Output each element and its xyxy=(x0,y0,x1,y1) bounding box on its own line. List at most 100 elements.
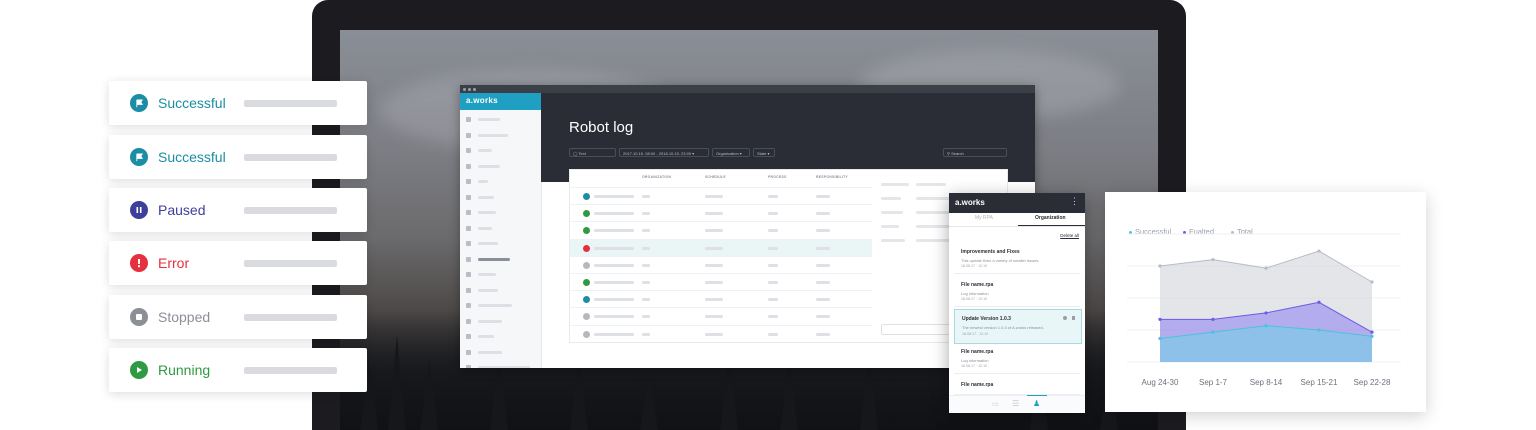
notification-item[interactable]: File name.rpa xyxy=(954,376,1080,395)
table-row[interactable] xyxy=(570,187,872,205)
cell-placeholder xyxy=(768,281,778,284)
delete-icon[interactable] xyxy=(1072,316,1075,320)
data-point[interactable] xyxy=(1370,334,1374,338)
notification-item[interactable]: File name.rpa Log information 18.08.17 · 1… xyxy=(954,276,1080,307)
data-point[interactable] xyxy=(1211,258,1215,262)
organization-dropdown[interactable]: Organization ▾ xyxy=(712,148,750,157)
data-point[interactable] xyxy=(1158,336,1162,341)
data-point[interactable] xyxy=(1211,330,1215,334)
data-point[interactable] xyxy=(1264,324,1268,328)
nav-item-icon xyxy=(466,148,471,153)
nav-item-icon xyxy=(466,272,471,277)
text-filter-input[interactable]: ◯ Text xyxy=(569,148,616,157)
data-point[interactable] xyxy=(1264,311,1268,315)
x-tick-label: Aug 24-30 xyxy=(1142,378,1179,387)
column-header-process[interactable]: PROCESS xyxy=(768,175,787,179)
status-card-running[interactable]: Running xyxy=(109,348,367,392)
status-card-successful[interactable]: Successful xyxy=(109,135,367,179)
table-row[interactable] xyxy=(570,255,872,274)
nav-item-icon xyxy=(466,117,471,122)
success-status-icon xyxy=(583,296,590,304)
notification-item[interactable]: Improvements and Fixes This update fixes … xyxy=(954,243,1080,274)
nav-item-icon xyxy=(466,256,471,262)
data-point[interactable] xyxy=(1370,280,1374,284)
cell-placeholder xyxy=(768,263,778,267)
bell-icon[interactable]: ♟ xyxy=(1033,399,1040,408)
status-card-paused[interactable]: Paused xyxy=(109,188,367,232)
x-tick-label: Sep 1-7 xyxy=(1199,378,1228,387)
more-menu-icon[interactable]: ⋮ xyxy=(1070,196,1079,207)
data-point[interactable] xyxy=(1317,300,1321,304)
chat-icon[interactable]: ▭ xyxy=(992,400,999,408)
table-row[interactable] xyxy=(570,221,872,239)
data-point[interactable] xyxy=(1158,264,1162,268)
stop-icon xyxy=(130,308,148,326)
column-header-responsibility[interactable]: RESPONSIBILITY xyxy=(816,175,848,179)
notification-item[interactable]: File name.rpa Log information 18.08.17 · 1… xyxy=(954,343,1080,374)
data-point[interactable] xyxy=(1158,317,1162,321)
cell-placeholder xyxy=(642,263,650,267)
cell-placeholder xyxy=(594,212,634,216)
status-label: Paused xyxy=(158,202,206,218)
nav-item-icon xyxy=(466,179,471,184)
tab-divider xyxy=(949,226,1085,227)
table-row[interactable] xyxy=(570,307,872,325)
cell-placeholder xyxy=(768,298,778,302)
table-row[interactable] xyxy=(570,273,872,291)
delete-all-link[interactable]: Delete all xyxy=(1060,233,1079,238)
column-header-schedule[interactable]: SCHEDULE xyxy=(705,175,726,179)
nav-item-placeholder xyxy=(478,350,502,354)
nav-item-icon xyxy=(466,303,471,308)
cell-placeholder xyxy=(768,315,778,319)
column-header-organization[interactable]: ORGANIZATION xyxy=(642,175,671,179)
cell-placeholder xyxy=(642,229,650,233)
table-row[interactable] xyxy=(570,204,872,222)
table-row[interactable] xyxy=(570,324,872,343)
search-placeholder: Search xyxy=(951,151,964,156)
table-row[interactable] xyxy=(570,290,872,308)
cell-placeholder xyxy=(705,195,723,198)
x-tick-label: Sep 22-28 xyxy=(1354,378,1391,387)
nav-item-icon xyxy=(466,365,471,368)
settings-icon[interactable] xyxy=(1063,316,1067,320)
nav-item-placeholder xyxy=(478,226,492,230)
status-placeholder-bar xyxy=(244,314,337,321)
cell-placeholder xyxy=(816,246,830,250)
cell-placeholder xyxy=(642,195,650,198)
list-icon[interactable]: ☰ xyxy=(1012,399,1019,408)
search-input[interactable]: ⚲ Search xyxy=(943,148,1007,157)
data-point[interactable] xyxy=(1370,330,1374,334)
status-card-successful[interactable]: Successful xyxy=(109,81,367,125)
nav-item-placeholder xyxy=(478,164,500,168)
nav-item-icon xyxy=(466,225,471,231)
app-logo-bar[interactable]: a.works xyxy=(460,93,541,110)
cell-placeholder xyxy=(816,298,830,302)
notification-item[interactable]: Update Version 1.0.3 The newest version 1… xyxy=(954,309,1082,344)
data-point[interactable] xyxy=(1317,249,1321,253)
table-row[interactable] xyxy=(570,238,872,257)
data-point[interactable] xyxy=(1264,266,1268,270)
notification-title: File name.rpa xyxy=(961,282,994,288)
status-card-error[interactable]: Error xyxy=(109,241,367,285)
cell-placeholder xyxy=(816,263,830,267)
status-label: Running xyxy=(158,362,211,378)
exclamation-icon xyxy=(130,254,148,272)
state-dropdown[interactable]: State ▾ xyxy=(753,148,775,157)
running-status-icon xyxy=(583,210,590,218)
mobile-notifications: a.works ⋮ My RPA Organization Delete all… xyxy=(949,193,1085,413)
date-range-dropdown[interactable]: 2017.10.15. 08:00 - 2018.10.15. 23:00 ▾ xyxy=(619,148,709,157)
nav-item-placeholder xyxy=(478,335,494,338)
nav-item-placeholder xyxy=(478,118,500,121)
mobile-bottom-nav: ▭ ☰ ♟ xyxy=(949,394,1085,413)
stopped-status-icon xyxy=(583,330,590,338)
notification-title: File name.rpa xyxy=(961,349,994,355)
data-point[interactable] xyxy=(1317,328,1321,332)
status-card-stopped[interactable]: Stopped xyxy=(109,295,367,339)
tab-my-rpa[interactable]: My RPA xyxy=(975,215,993,221)
x-tick-label: Sep 8-14 xyxy=(1250,378,1283,387)
data-point[interactable] xyxy=(1211,317,1215,321)
tab-organization[interactable]: Organization xyxy=(1035,215,1066,221)
status-label: Error xyxy=(158,255,190,271)
cell-placeholder xyxy=(816,212,830,216)
nav-item-placeholder xyxy=(478,288,498,292)
